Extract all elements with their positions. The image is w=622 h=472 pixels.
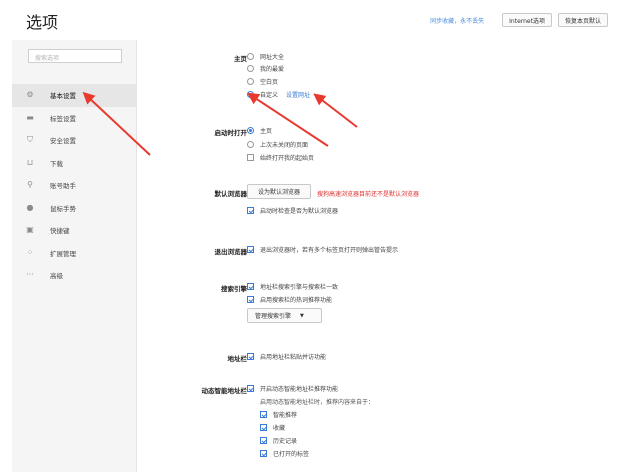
startup-label: 启动时打开 — [214, 129, 248, 137]
sidebar: 搜索选项 ⚙ 基本设置 ▬ 标签设置 ⛉ 安全设置 ⊔ 下载 ⚲ 账号助手 ● … — [12, 40, 137, 472]
internet-options-button[interactable]: Internet选项 — [502, 13, 552, 27]
settings-panel: 主页 网址大全 我的最爱 空白页 自定义 设置网址 启动时打开 主页 上次未关闭… — [137, 40, 622, 472]
key-icon: ⚲ — [27, 180, 33, 190]
checkbox[interactable] — [247, 154, 254, 161]
restore-defaults-button[interactable]: 恢复本页默认 — [557, 13, 608, 27]
radio[interactable] — [247, 65, 254, 72]
checkbox-checked[interactable] — [247, 296, 254, 303]
checkbox-checked[interactable] — [247, 353, 254, 360]
sidebar-item-mouse[interactable]: ● 鼠标手势 — [12, 197, 137, 220]
search-engine-label: 搜索引擎 — [221, 285, 247, 293]
startup-option-2[interactable]: 上次未关闭的页面 — [247, 140, 308, 149]
hot-words-checkbox[interactable]: 启用搜索栏的热词推荐功能 — [247, 295, 332, 304]
sidebar-item-label: 快捷键 — [50, 227, 70, 236]
search-placeholder: 搜索选项 — [35, 55, 60, 62]
shield-icon: ⛉ — [27, 135, 33, 145]
sidebar-item-label: 基本设置 — [50, 92, 76, 101]
smart-bar-note: 启用动态智能地址栏时，推荐内容来自于： — [260, 399, 375, 406]
mouse-icon: ● — [26, 202, 34, 212]
homepage-option-1[interactable]: 网址大全 — [247, 52, 284, 61]
checkbox-checked[interactable] — [260, 411, 267, 418]
sidebar-item-extensions[interactable]: ⁘ 扩展管理 — [12, 242, 137, 265]
radio[interactable] — [247, 78, 254, 85]
paste-go-checkbox[interactable]: 启用地址栏粘贴并访功能 — [247, 352, 326, 361]
more-icon: ··· — [26, 270, 34, 280]
sync-link[interactable]: 同步收藏，永不丢失 — [430, 16, 484, 25]
checkbox-checked[interactable] — [247, 246, 254, 253]
radio-selected[interactable] — [247, 127, 254, 134]
download-icon: ⊔ — [26, 157, 34, 167]
checkbox-checked[interactable] — [260, 437, 267, 444]
sidebar-item-label: 下载 — [50, 159, 63, 168]
always-open-checkbox[interactable]: 始终打开我的起始页 — [247, 153, 314, 162]
set-url-link[interactable]: 设置网址 — [286, 90, 310, 99]
homepage-label: 主页 — [234, 55, 247, 63]
sidebar-item-label: 安全设置 — [50, 137, 76, 146]
search-input[interactable]: 搜索选项 — [28, 49, 122, 63]
radio[interactable] — [247, 141, 254, 148]
address-bar-label: 地址栏 — [227, 355, 248, 363]
grid-icon: ⁘ — [26, 247, 34, 257]
smart-bar-label: 动态智能地址栏 — [201, 387, 248, 395]
keyboard-icon: ▣ — [26, 225, 34, 235]
search-sync-checkbox[interactable]: 地址栏搜索引擎与搜索栏一致 — [247, 282, 338, 291]
sidebar-item-download[interactable]: ⊔ 下载 — [12, 152, 137, 175]
source-smart-checkbox[interactable]: 智能推荐 — [260, 410, 297, 419]
source-history-checkbox[interactable]: 历史记录 — [260, 436, 297, 445]
sidebar-item-security[interactable]: ⛉ 安全设置 — [12, 129, 137, 152]
sidebar-item-shortcuts[interactable]: ▣ 快捷键 — [12, 219, 137, 242]
checkbox-checked[interactable] — [247, 207, 254, 214]
sidebar-item-label: 扩展管理 — [50, 249, 76, 258]
exit-warn-checkbox[interactable]: 退出浏览器时，若有多个标签页打开则弹出管告提示 — [247, 245, 398, 254]
sidebar-item-label: 高级 — [50, 272, 63, 281]
check-default-checkbox[interactable]: 启动时检查是否为默认浏览器 — [247, 206, 338, 215]
source-open-tabs-checkbox[interactable]: 已打开的标签 — [260, 449, 309, 458]
checkbox-checked[interactable] — [260, 424, 267, 431]
homepage-option-3[interactable]: 空白页 — [247, 77, 278, 86]
tab-icon: ▬ — [26, 112, 34, 122]
default-browser-warning: 搜狗高速浏览器目前还不是默认浏览器 — [317, 191, 420, 198]
page-title: 选项 — [26, 13, 59, 32]
radio-selected[interactable] — [247, 91, 254, 98]
default-browser-label: 默认浏览器 — [214, 190, 248, 198]
homepage-option-4[interactable]: 自定义 设置网址 — [247, 90, 310, 99]
chevron-down-icon: ▼ — [300, 312, 304, 319]
smart-bar-checkbox[interactable]: 开启动态智能地址栏推荐功能 — [247, 384, 338, 393]
source-favorites-checkbox[interactable]: 收藏 — [260, 423, 285, 432]
checkbox-checked[interactable] — [247, 385, 254, 392]
homepage-option-2[interactable]: 我的最爱 — [247, 64, 284, 73]
sidebar-item-tabs[interactable]: ▬ 标签设置 — [12, 107, 137, 130]
set-default-browser-button[interactable]: 设为默认浏览器 — [247, 184, 311, 199]
sidebar-item-label: 鼠标手势 — [50, 204, 76, 213]
sidebar-item-account[interactable]: ⚲ 账号助手 — [12, 174, 137, 197]
top-actions: 同步收藏，永不丢失 Internet选项 恢复本页默认 — [430, 13, 608, 27]
sidebar-item-label: 标签设置 — [50, 114, 76, 123]
manage-search-engine-dropdown[interactable]: 管理搜索引擎 ▼ — [247, 308, 322, 323]
sidebar-item-advanced[interactable]: ··· 高级 — [12, 264, 137, 287]
gear-icon: ⚙ — [26, 90, 34, 100]
checkbox-checked[interactable] — [247, 283, 254, 290]
startup-option-1[interactable]: 主页 — [247, 126, 272, 135]
exit-browser-label: 退出浏览器 — [214, 248, 248, 256]
sidebar-nav: ⚙ 基本设置 ▬ 标签设置 ⛉ 安全设置 ⊔ 下载 ⚲ 账号助手 ● 鼠标手势 … — [12, 84, 137, 287]
checkbox-checked[interactable] — [260, 450, 267, 457]
sidebar-item-basic[interactable]: ⚙ 基本设置 — [12, 84, 137, 107]
sidebar-item-label: 账号助手 — [50, 182, 76, 191]
radio[interactable] — [247, 53, 254, 60]
